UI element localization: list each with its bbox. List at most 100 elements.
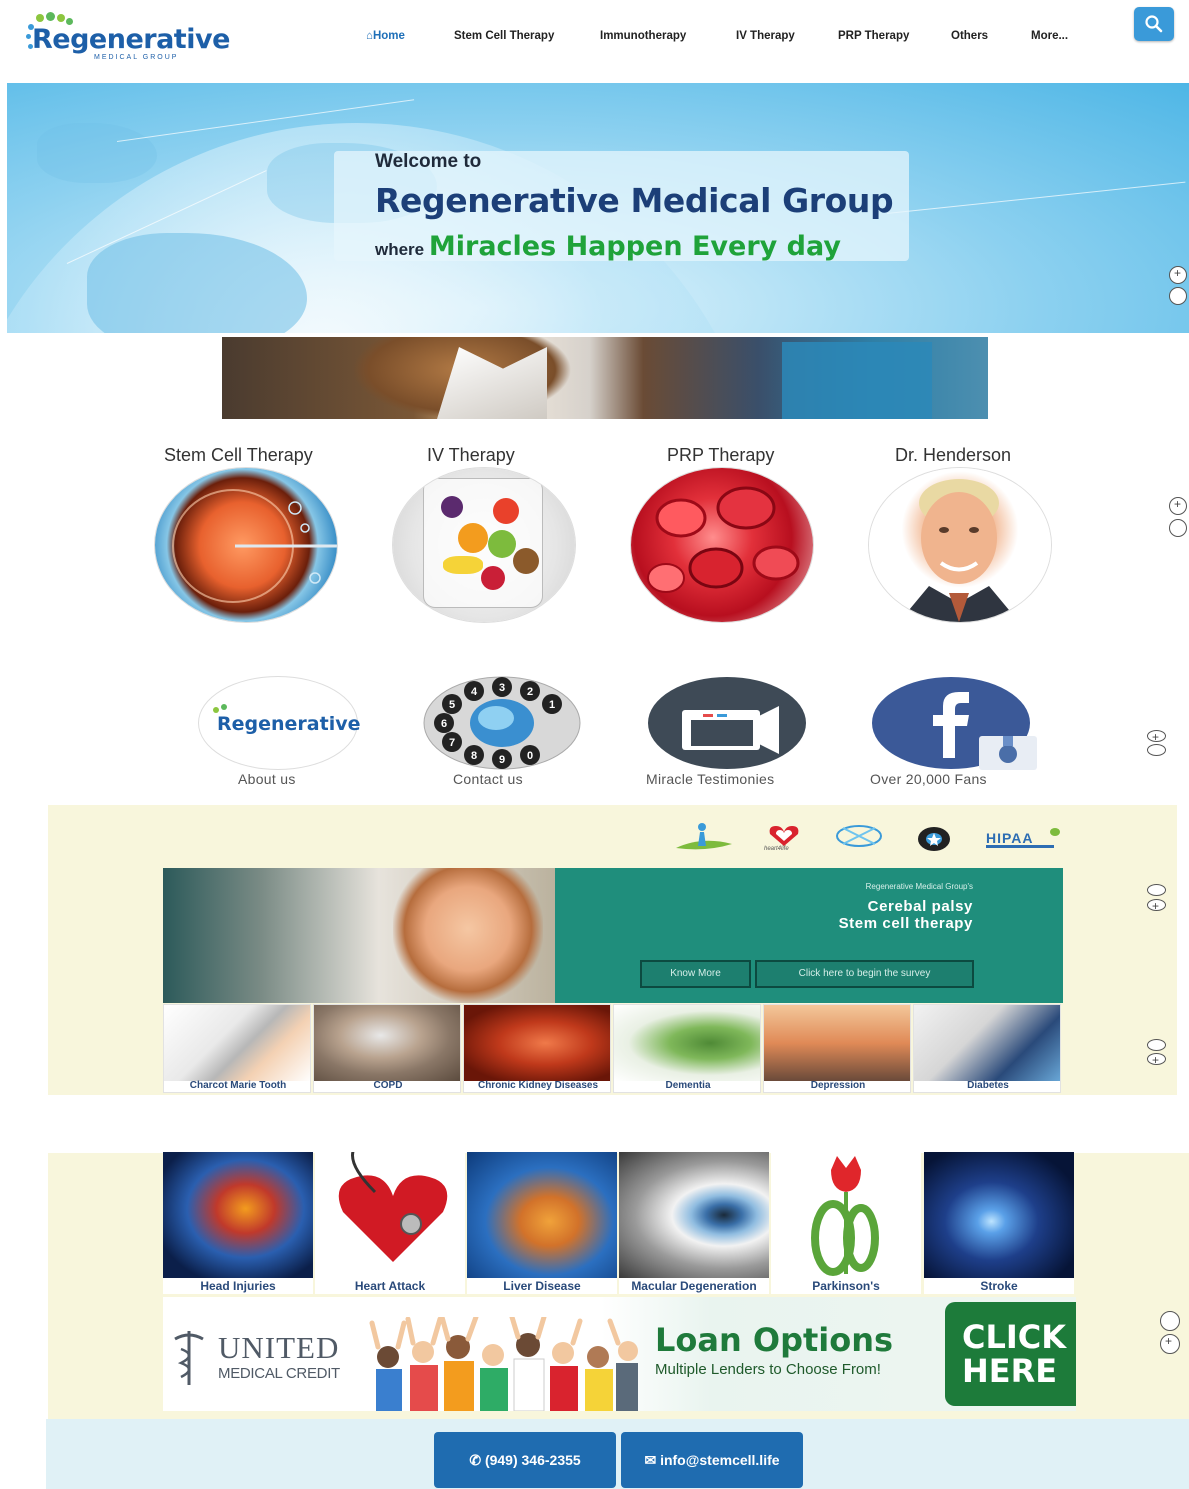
nav-stem-cell-therapy[interactable]: Stem Cell Therapy (454, 30, 554, 42)
cert-logo-4[interactable] (917, 826, 951, 852)
nav-iv-therapy[interactable]: IV Therapy (736, 30, 795, 42)
svg-text:0: 0 (527, 750, 533, 762)
svg-text:2: 2 (527, 686, 533, 698)
banner-title: Cerebal palsy Stem cell therapy (839, 898, 973, 932)
loan-subline: Multiple Lenders to Choose From! (655, 1361, 881, 1378)
banner-title-line1: Cerebal palsy (867, 898, 973, 915)
expand-toggle[interactable] (1169, 497, 1187, 515)
miracle-testimonies-label: Miracle Testimonies (646, 771, 775, 787)
page: Regenerative MEDICAL GROUP ⌂Home Stem Ce… (0, 0, 1189, 1489)
about-us-label: About us (238, 771, 296, 787)
expand-toggle[interactable] (1169, 266, 1187, 284)
condition-caption: COPD (373, 1080, 403, 1091)
about-logo-text: Regenerative (217, 713, 361, 735)
condition-tile-kidney[interactable]: Chronic Kidney Diseases (463, 1004, 611, 1093)
cert-hipaa[interactable]: HIPAA (986, 828, 1062, 852)
iv-therapy-image[interactable] (393, 468, 575, 622)
dr-henderson-photo[interactable] (869, 468, 1051, 622)
collapse-toggle[interactable] (1160, 1311, 1180, 1331)
collapse-toggle[interactable] (1169, 287, 1187, 305)
nav-prp-therapy[interactable]: PRP Therapy (838, 30, 909, 42)
facebook-fans-link[interactable] (871, 676, 1041, 770)
brand-united: UNITED (218, 1330, 340, 1365)
service-title-stem-cell: Stem Cell Therapy (164, 445, 313, 465)
collapse-toggle[interactable] (1147, 1039, 1166, 1051)
nav-home-label: Home (372, 30, 405, 42)
miracle-testimonies-link[interactable] (647, 676, 807, 770)
facebook-icon (872, 677, 1037, 770)
svg-text:3: 3 (499, 682, 505, 694)
nav-immunotherapy[interactable]: Immunotherapy (600, 30, 686, 42)
facebook-fans-label: Over 20,000 Fans (870, 771, 987, 787)
condition-caption: Dementia (665, 1080, 711, 1091)
globe-network-icon (836, 825, 882, 847)
condition-tile-diabetes[interactable]: Diabetes (913, 1004, 1061, 1093)
phone-button[interactable]: ✆ (949) 346-2355 (434, 1432, 616, 1488)
svg-text:9: 9 (499, 754, 505, 766)
nav-home[interactable]: ⌂Home (366, 30, 405, 42)
begin-survey-button[interactable]: Click here to begin the survey (755, 960, 974, 988)
expand-toggle[interactable] (1160, 1334, 1180, 1354)
stem-cell-image[interactable] (155, 468, 337, 622)
email-button[interactable]: ✉ info@stemcell.life (621, 1432, 803, 1488)
collapse-toggle[interactable] (1147, 884, 1166, 896)
logo-subtext: MEDICAL GROUP (94, 54, 179, 61)
expand-toggle[interactable] (1147, 730, 1166, 744)
contact-us-link[interactable]: 3 2 1 4 5 6 7 8 9 0 (422, 676, 582, 770)
condition-tile-head-injuries[interactable]: Head Injuries (163, 1152, 313, 1294)
know-more-button[interactable]: Know More (640, 960, 751, 988)
condition-tile-charcot[interactable]: Charcot Marie Tooth (163, 1004, 311, 1093)
hero-welcome: Welcome to (375, 151, 482, 172)
condition-tile-copd[interactable]: COPD (313, 1004, 461, 1093)
condition-tile-liver-disease[interactable]: Liver Disease (467, 1152, 617, 1294)
svg-text:1: 1 (549, 699, 555, 711)
nav-more[interactable]: More... (1031, 30, 1068, 42)
condition-tile-depression[interactable]: Depression (763, 1004, 911, 1093)
tulip-icon (811, 1156, 879, 1276)
brand-medical-credit: MEDICAL CREDIT (218, 1365, 340, 1382)
click-here-button[interactable]: CLICK HERE (945, 1302, 1076, 1406)
loan-options-banner[interactable]: UNITED MEDICAL CREDIT Loan Options Multi… (163, 1297, 1076, 1411)
collapse-toggle[interactable] (1169, 519, 1187, 537)
cert-logo-3[interactable] (833, 824, 885, 854)
expand-toggle[interactable] (1147, 899, 1166, 913)
service-title-dr-henderson: Dr. Henderson (895, 445, 1012, 465)
hero-banner: Welcome to Regenerative Medical Group wh… (7, 83, 1189, 333)
heart4life-text: heart4life (764, 846, 789, 852)
hero-tagline-highlight: Miracles Happen Every day (428, 231, 841, 262)
condition-tile-heart-attack[interactable]: Heart Attack (315, 1152, 465, 1294)
condition-tile-macular[interactable]: Macular Degeneration (619, 1152, 769, 1294)
cta-line1: CLICK (962, 1318, 1067, 1356)
prp-therapy-image[interactable] (631, 468, 813, 622)
collapse-toggle[interactable] (1147, 744, 1166, 756)
regenerative-logo-icon: Regenerative (198, 676, 361, 770)
child-photo (393, 868, 543, 1003)
about-us-link[interactable]: Regenerative (198, 676, 361, 770)
cert-heart4life[interactable]: heart4life (762, 824, 806, 854)
condition-tile-parkinsons[interactable]: Parkinson's (771, 1152, 921, 1294)
search-button[interactable] (1134, 7, 1174, 41)
logo-text: Regenerative (32, 24, 230, 55)
caduceus-icon (174, 1331, 204, 1385)
cert-logo-1[interactable] (672, 822, 734, 854)
contact-footer (46, 1419, 1189, 1489)
phone-number: (949) 346-2355 (484, 1452, 581, 1468)
svg-text:6: 6 (441, 718, 447, 730)
phone-icon: ✆ (469, 1452, 482, 1468)
condition-tile-stroke[interactable]: Stroke (924, 1152, 1074, 1294)
service-title-iv: IV Therapy (427, 445, 515, 465)
nav-others[interactable]: Others (951, 30, 988, 42)
condition-caption: Parkinson's (812, 1279, 880, 1293)
badge-icon (918, 827, 950, 851)
envelope-icon: ✉ (644, 1452, 657, 1468)
heart-stethoscope-icon (338, 1152, 448, 1262)
video-camera-icon (648, 677, 806, 769)
contact-us-label: Contact us (453, 771, 523, 787)
hipaa-logo-text: HIPAA (986, 830, 1034, 846)
condition-tile-dementia[interactable]: Dementia (613, 1004, 761, 1093)
svg-text:5: 5 (449, 699, 455, 711)
condition-caption: Heart Attack (354, 1279, 426, 1293)
expand-toggle[interactable] (1147, 1053, 1166, 1067)
site-logo[interactable]: Regenerative MEDICAL GROUP (26, 12, 230, 68)
crowd-image (369, 1317, 638, 1411)
